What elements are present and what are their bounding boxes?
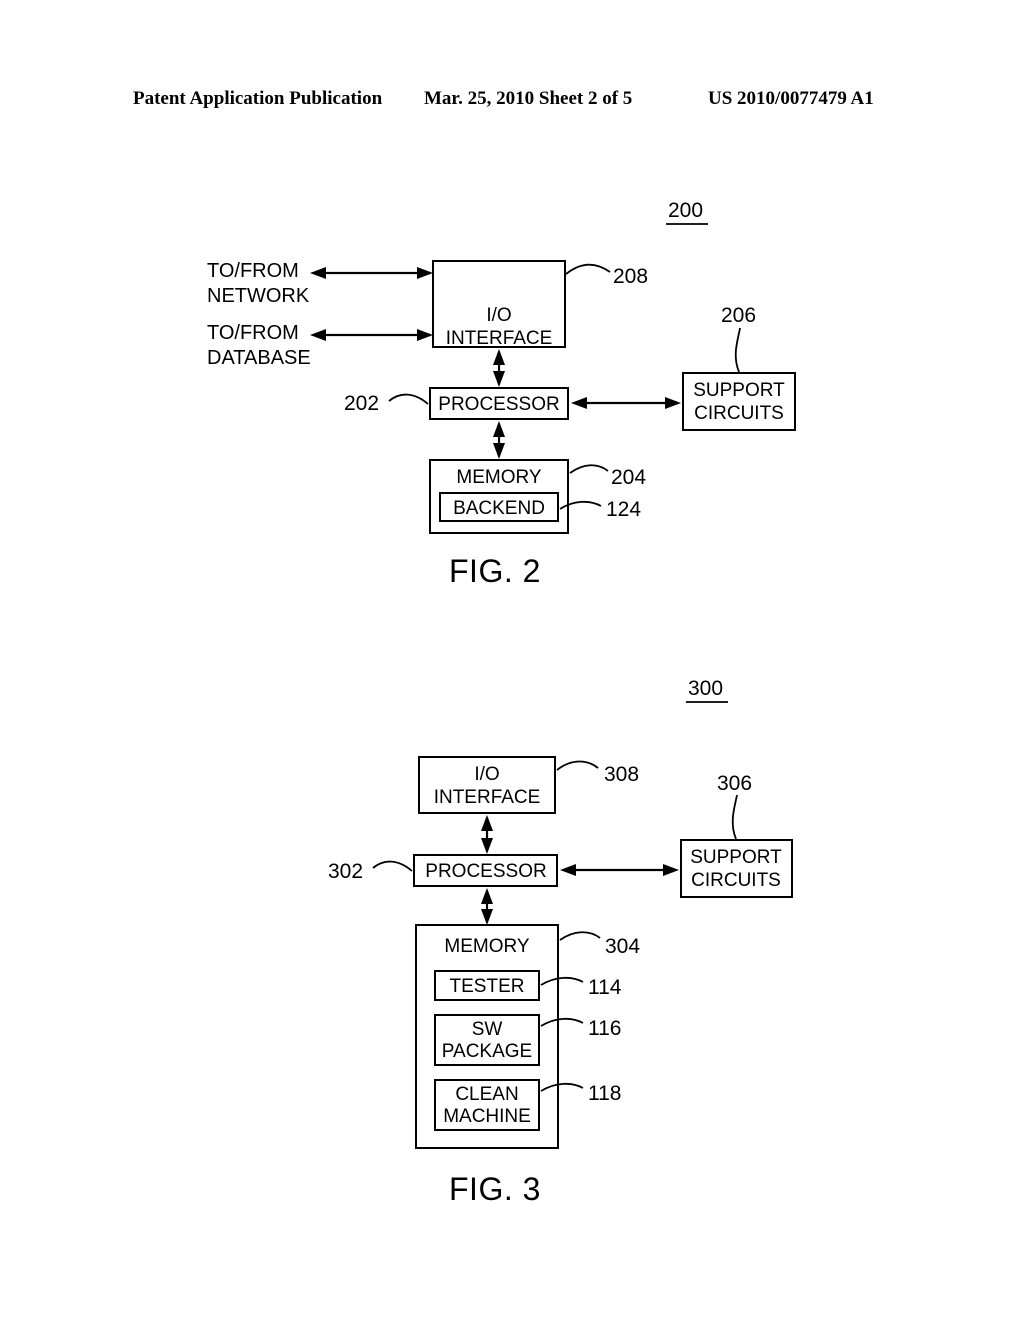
fig3-processor-label: PROCESSOR	[425, 861, 546, 882]
fig3-io-interface-box	[418, 756, 556, 814]
figure-3-caption: FIG. 3	[449, 1171, 541, 1207]
to-from-network-label-line2: NETWORK	[207, 285, 310, 307]
fig2-processor-memory-arrow	[493, 421, 505, 459]
fig3-io-interface-label-line2: INTERFACE	[434, 787, 541, 808]
fig2-memory-leader-line	[569, 464, 609, 474]
fig2-io-interface-label-line2: INTERFACE	[446, 328, 553, 349]
fig3-memory-box	[415, 924, 559, 1149]
fig3-tester-leader-line	[540, 976, 584, 986]
patent-drawing-page: Patent Application Publication Mar. 25, …	[0, 0, 1024, 1320]
figure-2-reference-number: 200	[668, 199, 703, 222]
fig3-tester-reference-number: 114	[588, 976, 622, 999]
header-publication-number: US 2010/0077479 A1	[708, 88, 874, 109]
fig2-backend-reference-number: 124	[606, 498, 641, 521]
fig2-processor-support-arrow	[571, 397, 681, 409]
fig3-tester-label: TESTER	[450, 976, 525, 997]
fig3-processor-memory-arrow	[481, 888, 493, 925]
fig3-io-interface-reference-number: 308	[604, 763, 639, 786]
header-date-sheet: Mar. 25, 2010 Sheet 2 of 5	[424, 88, 633, 109]
fig3-memory-leader-line	[559, 931, 601, 941]
fig2-backend-box	[439, 492, 559, 522]
fig3-io-interface-leader-line	[556, 760, 599, 771]
fig3-processor-box	[413, 854, 558, 887]
fig2-io-interface-reference-number: 208	[613, 265, 648, 288]
fig2-processor-box	[429, 387, 569, 420]
fig3-clean-machine-label-line2: MACHINE	[443, 1106, 531, 1127]
fig3-sw-package-label-line2: PACKAGE	[442, 1041, 532, 1062]
to-from-network-label-line1: TO/FROM	[207, 260, 299, 282]
fig3-processor-support-arrow	[560, 864, 679, 876]
fig3-support-circuits-reference-number: 306	[717, 772, 752, 795]
fig2-memory-reference-number: 204	[611, 466, 646, 489]
fig3-sw-package-box	[434, 1014, 540, 1066]
fig3-sw-package-leader-line	[540, 1017, 584, 1027]
to-from-database-label-line1: TO/FROM	[207, 322, 299, 344]
fig3-support-circuits-leader-line	[731, 794, 738, 840]
fig2-support-circuits-box	[682, 372, 796, 431]
fig2-io-interface-leader-line	[565, 263, 611, 275]
figure-2-diagram: 200 TO/FROM NETWORK TO/FROM DATABASE I/O…	[207, 199, 796, 534]
fig3-io-processor-arrow	[481, 815, 493, 854]
fig2-backend-leader-line	[559, 500, 602, 510]
fig2-support-circuits-leader-line	[734, 327, 741, 373]
header-publication-title: Patent Application Publication	[133, 88, 383, 109]
fig2-io-interface-box	[432, 260, 566, 348]
fig2-processor-reference-number: 202	[344, 392, 379, 415]
fig3-tester-box	[434, 970, 540, 1001]
fig2-support-circuits-label-line2: CIRCUITS	[694, 403, 784, 424]
fig3-sw-package-label-line1: SW	[472, 1019, 503, 1040]
network-connection-arrow	[310, 267, 433, 279]
fig3-processor-leader-line	[372, 860, 413, 872]
fig2-io-interface-label-line1: I/O	[486, 305, 511, 326]
page-header: Patent Application Publication Mar. 25, …	[0, 88, 1024, 114]
fig3-io-interface-label-line1: I/O	[474, 764, 499, 785]
fig2-io-processor-arrow	[493, 349, 505, 387]
fig3-support-circuits-label-line1: SUPPORT	[690, 847, 782, 868]
fig2-backend-label: BACKEND	[453, 498, 545, 519]
fig2-support-circuits-label-line1: SUPPORT	[693, 380, 785, 401]
figure-3-diagram: 300 I/O INTERFACE 308 PROCESSOR 302 SUPP…	[328, 677, 793, 1149]
fig2-memory-label: MEMORY	[456, 467, 541, 488]
fig3-support-circuits-label-line2: CIRCUITS	[691, 870, 781, 891]
fig3-memory-reference-number: 304	[605, 935, 640, 958]
fig3-sw-package-reference-number: 116	[588, 1017, 621, 1040]
database-connection-arrow	[310, 329, 433, 341]
fig3-clean-machine-leader-line	[540, 1082, 584, 1092]
fig2-processor-leader-line	[388, 393, 429, 405]
fig3-support-circuits-box	[680, 839, 793, 898]
fig3-clean-machine-reference-number: 118	[588, 1082, 621, 1105]
fig2-processor-label: PROCESSOR	[438, 394, 559, 415]
fig3-clean-machine-label-line1: CLEAN	[455, 1084, 518, 1105]
fig2-memory-box	[429, 459, 569, 534]
fig3-processor-reference-number: 302	[328, 860, 363, 883]
fig2-support-circuits-reference-number: 206	[721, 304, 756, 327]
to-from-database-label-line2: DATABASE	[207, 347, 311, 369]
fig3-memory-label: MEMORY	[444, 936, 529, 957]
figure-3-reference-number: 300	[688, 677, 723, 700]
figure-2-caption: FIG. 2	[449, 553, 541, 589]
fig3-clean-machine-box	[434, 1079, 540, 1131]
